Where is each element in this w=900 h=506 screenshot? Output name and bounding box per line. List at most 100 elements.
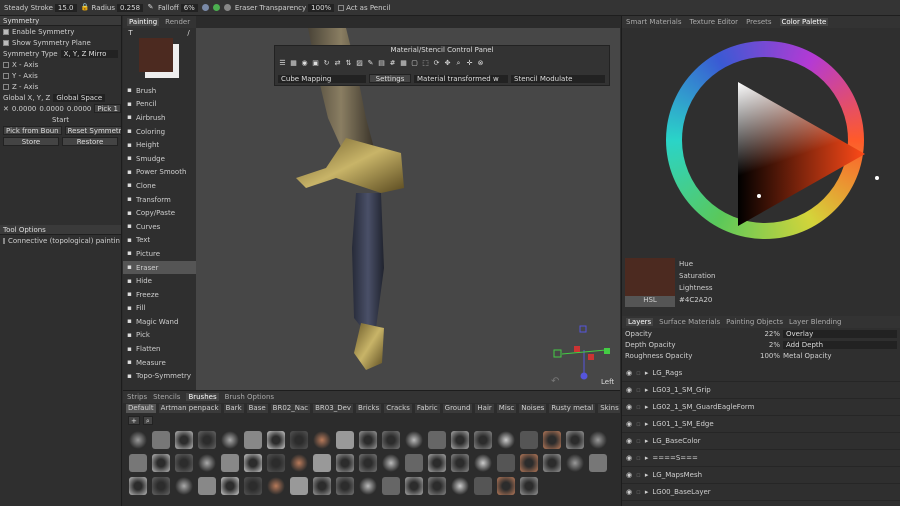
undo-arrow-icon[interactable]: ↶	[551, 376, 559, 387]
pattern-icon[interactable]: ▨	[356, 60, 363, 67]
tab-render[interactable]: Render	[165, 18, 190, 26]
gizmo-x-handle[interactable]	[574, 346, 580, 352]
brush-category[interactable]: Rusty metal	[549, 404, 596, 413]
connective-checkbox[interactable]	[3, 237, 5, 244]
z-axis-row[interactable]: Z - Axis	[0, 81, 121, 92]
layer-lock-icon[interactable]: ▫	[636, 454, 641, 462]
brush-thumbnail[interactable]	[290, 477, 308, 495]
layer-expand-icon[interactable]: ▸	[645, 369, 649, 377]
brush-thumbnail[interactable]	[175, 454, 193, 472]
tool-item[interactable]: ▪ Copy/Paste	[123, 206, 196, 220]
brush-thumbnail[interactable]	[129, 477, 147, 495]
depth-mode-select[interactable]: Add Depth	[783, 340, 897, 349]
layer-lock-icon[interactable]: ▫	[636, 437, 641, 445]
brush-category[interactable]: Hair	[475, 404, 494, 413]
brush-thumbnail[interactable]	[520, 431, 538, 449]
brush-thumbnail[interactable]	[589, 454, 607, 472]
global-space-select[interactable]: Global Space	[53, 93, 106, 102]
opacity-value[interactable]: 22%	[752, 330, 780, 338]
gizmo-y-handle[interactable]	[553, 349, 562, 358]
brush-thumbnail[interactable]	[428, 431, 446, 449]
restore-button[interactable]: Restore	[62, 137, 118, 146]
brush-thumbnail[interactable]	[451, 431, 469, 449]
brush-thumbnail[interactable]	[244, 454, 262, 472]
brush-thumbnail[interactable]	[221, 454, 239, 472]
tab-brushes[interactable]: Brushes	[186, 393, 219, 401]
brush-thumbnail[interactable]	[566, 431, 584, 449]
lock-icon[interactable]: 🔒	[81, 4, 90, 11]
act-as-pencil-checkbox[interactable]: Act as Pencil	[338, 4, 390, 12]
tool-item[interactable]: ▪ Clone	[123, 179, 196, 193]
settings-dot-icon[interactable]	[223, 4, 231, 11]
layer-expand-icon[interactable]: ▸	[645, 454, 649, 462]
brush-thumbnail[interactable]	[451, 477, 469, 495]
close-icon[interactable]: ✕	[3, 105, 9, 113]
grid2-icon[interactable]: ▦	[400, 60, 407, 67]
gizmo-x-end[interactable]	[588, 354, 594, 360]
brush-thumbnail[interactable]	[382, 431, 400, 449]
transform-icon[interactable]: ✛	[466, 60, 473, 67]
brush-category[interactable]: Base	[246, 404, 268, 413]
text-tool-icon[interactable]: T	[127, 30, 134, 37]
sliders-icon[interactable]: ☰	[279, 60, 286, 67]
tile-icon[interactable]: ▤	[378, 60, 385, 67]
steady-stroke-value[interactable]: 15.0	[54, 3, 77, 12]
brush-thumbnail[interactable]	[405, 477, 423, 495]
gizmo-z-end[interactable]	[580, 372, 588, 380]
brush-thumbnail[interactable]	[313, 431, 331, 449]
hue-marker[interactable]	[875, 176, 879, 180]
brush-thumbnail[interactable]	[267, 431, 285, 449]
brush-thumbnail[interactable]	[405, 431, 423, 449]
layer-lock-icon[interactable]: ▫	[636, 420, 641, 428]
settings-button[interactable]: Settings	[369, 74, 411, 83]
brush-thumbnail[interactable]	[267, 477, 285, 495]
show-plane-checkbox[interactable]	[3, 39, 9, 46]
brush-thumbnail[interactable]	[382, 454, 400, 472]
metal-label[interactable]: Metal Opacity	[783, 352, 897, 360]
gizmo-y-end[interactable]	[604, 348, 610, 354]
lock-icon[interactable]: ▣	[312, 60, 319, 67]
brush-thumbnail[interactable]	[336, 477, 354, 495]
radius-control[interactable]: Radius 0.258	[92, 3, 144, 12]
connective-row[interactable]: Connective (topological) paintin	[0, 235, 121, 246]
brush-thumbnail[interactable]	[520, 477, 538, 495]
brush-thumbnail[interactable]	[497, 431, 515, 449]
coord-x[interactable]: 0.0000	[12, 105, 37, 113]
brush-thumbnail[interactable]	[175, 431, 193, 449]
z-axis-checkbox[interactable]	[3, 83, 9, 90]
brush-thumbnail[interactable]	[497, 477, 515, 495]
add-brush-icon[interactable]: +	[128, 416, 140, 425]
tool-item[interactable]: ▪ Power Smooth	[123, 166, 196, 180]
brush-category[interactable]: Cracks	[384, 404, 412, 413]
coord-y[interactable]: 0.0000	[39, 105, 64, 113]
tool-item[interactable]: ▪ Freeze	[123, 288, 196, 302]
brush-thumbnail[interactable]	[543, 454, 561, 472]
act-as-pencil-box[interactable]	[338, 4, 345, 11]
brush-category[interactable]: Bark	[223, 404, 244, 413]
tab-layer-blending[interactable]: Layer Blending	[789, 318, 842, 326]
tab-brush-options[interactable]: Brush Options	[225, 393, 274, 401]
tab-painting-objects[interactable]: Painting Objects	[726, 318, 783, 326]
layer-row[interactable]: ◉ ▫ ▸ LG03_1_SM_Grip	[622, 382, 900, 399]
tool-item[interactable]: ▪ Hide	[123, 274, 196, 288]
steady-stroke-control[interactable]: Steady Stroke 15.0	[4, 3, 77, 12]
store-button[interactable]: Store	[3, 137, 59, 146]
tool-item[interactable]: ▪ Topo-Symmetry	[123, 369, 196, 383]
saturation-field[interactable]: Saturation	[679, 270, 716, 282]
brush-thumbnail[interactable]	[382, 477, 400, 495]
roughness-value[interactable]: 100%	[752, 352, 780, 360]
layer-lock-icon[interactable]: ▫	[636, 386, 641, 394]
gizmo-z-top[interactable]	[579, 325, 587, 333]
brush-thumbnail[interactable]	[336, 454, 354, 472]
layer-row[interactable]: ◉ ▫ ▸ LG00_BaseLayer	[622, 484, 900, 501]
brush-thumbnail[interactable]	[474, 477, 492, 495]
brush-thumbnail[interactable]	[336, 431, 354, 449]
layer-expand-icon[interactable]: ▸	[645, 403, 649, 411]
layer-row[interactable]: ◉ ▫ ▸ LG_MapsMesh	[622, 467, 900, 484]
tool-item[interactable]: ▪ Brush	[123, 84, 196, 98]
tool-item[interactable]: ▪ Fill	[123, 302, 196, 316]
tool-item[interactable]: ▪ Pick	[123, 329, 196, 343]
brush-category[interactable]: BR02_Nac	[270, 404, 311, 413]
layer-row[interactable]: ◉ ▫ ▸ LG_BaseColor	[622, 433, 900, 450]
brush-thumbnail[interactable]	[290, 454, 308, 472]
